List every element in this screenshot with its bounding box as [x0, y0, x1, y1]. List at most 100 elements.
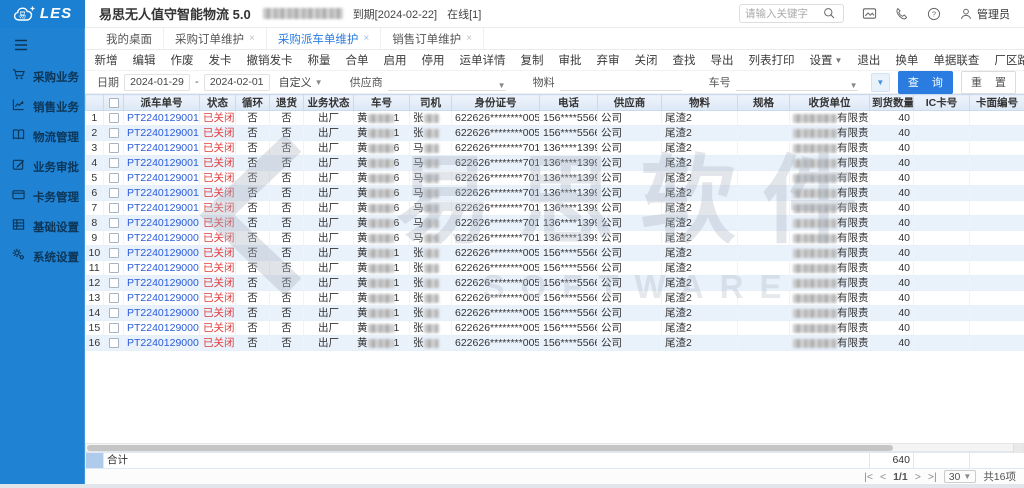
row-checkbox[interactable] [109, 323, 119, 333]
table-row[interactable]: 11 PT22401290006 已关闭 否 否 出厂 黄1 张 622626*… [86, 261, 1024, 276]
expand-filters-button[interactable]: ▼ [871, 73, 890, 92]
row-checkbox[interactable] [109, 308, 119, 318]
column-header[interactable]: 身份证号 [452, 95, 540, 111]
toolbar-button[interactable]: 新增 [87, 52, 125, 68]
dispatch-order-link[interactable]: PT22401290006 [124, 261, 200, 276]
scrollbar-thumb[interactable] [87, 445, 893, 451]
column-header[interactable]: 循环 [236, 95, 270, 111]
table-row[interactable]: 3 PT22401290014 已关闭 否 否 出厂 黄6 马 622626**… [86, 141, 1024, 156]
row-checkbox[interactable] [109, 203, 119, 213]
dispatch-order-link[interactable]: PT22401290004 [124, 291, 200, 306]
dispatch-order-link[interactable]: PT22401290008 [124, 231, 200, 246]
toolbar-button[interactable]: 编辑 [125, 52, 163, 68]
prev-page-button[interactable]: < [880, 471, 886, 483]
column-header[interactable]: 到货数量 [870, 95, 914, 111]
toolbar-button[interactable]: 复制 [513, 52, 551, 68]
sidebar-item-gear[interactable]: 系统设置 [0, 242, 84, 272]
last-page-button[interactable]: >| [928, 471, 937, 483]
menu-toggle-icon[interactable] [0, 28, 84, 62]
toolbar-button[interactable]: 查找 [665, 52, 703, 68]
row-checkbox[interactable] [109, 278, 119, 288]
sidebar-item-cart[interactable]: 采购业务 [0, 62, 84, 92]
dispatch-order-link[interactable]: PT22401290016 [124, 111, 200, 126]
dispatch-order-link[interactable]: PT22401290009 [124, 216, 200, 231]
dispatch-order-link[interactable]: PT22401290012 [124, 171, 200, 186]
toolbar-button[interactable]: 启用 [376, 52, 414, 68]
column-header[interactable]: IC卡号 [914, 95, 970, 111]
sidebar-item-approve[interactable]: 业务审批 [0, 152, 84, 182]
toolbar-button[interactable]: 关闭 [627, 52, 665, 68]
row-checkbox[interactable] [109, 338, 119, 348]
next-page-button[interactable]: > [915, 471, 921, 483]
close-tab-icon[interactable]: × [466, 33, 472, 44]
table-row[interactable]: 13 PT22401290004 已关闭 否 否 出厂 黄1 张 622626*… [86, 291, 1024, 306]
column-header[interactable]: 供应商 [598, 95, 662, 111]
column-header[interactable]: 业务状态 [304, 95, 354, 111]
supplier-select[interactable]: ▼ [388, 74, 506, 91]
table-row[interactable]: 16 PT22401290001 已关闭 否 否 出厂 黄1 张 622626*… [86, 336, 1024, 351]
user-menu[interactable]: 管理员 [959, 6, 1010, 22]
date-to-input[interactable] [204, 74, 270, 91]
select-all-checkbox[interactable] [109, 98, 119, 108]
dispatch-order-link[interactable]: PT22401290015 [124, 126, 200, 141]
toolbar-button[interactable]: 发卡 [201, 52, 239, 68]
first-page-button[interactable]: |< [864, 471, 873, 483]
column-header[interactable]: 规格 [738, 95, 790, 111]
table-row[interactable]: 7 PT22401290010 已关闭 否 否 出厂 黄6 马 622626**… [86, 201, 1024, 216]
sidebar-item-card[interactable]: 卡务管理 [0, 182, 84, 212]
sidebar-item-grid[interactable]: 基础设置 [0, 212, 84, 242]
dispatch-order-link[interactable]: PT22401290001 [124, 336, 200, 351]
row-checkbox[interactable] [109, 128, 119, 138]
table-row[interactable]: 10 PT22401290007 已关闭 否 否 出厂 黄1 张 622626*… [86, 246, 1024, 261]
global-search[interactable] [739, 4, 844, 23]
vehicle-select[interactable]: ▼ [736, 74, 858, 91]
dispatch-order-link[interactable]: PT22401290014 [124, 141, 200, 156]
toolbar-button[interactable]: 作废 [163, 52, 201, 68]
table-row[interactable]: 1 PT22401290016 已关闭 否 否 出厂 黄1 张 622626**… [86, 111, 1024, 126]
toolbar-button[interactable]: 厂区路线图 [987, 52, 1024, 68]
column-header[interactable]: 退货 [270, 95, 304, 111]
column-header[interactable]: 卡面编号 [970, 95, 1024, 111]
dispatch-order-link[interactable]: PT22401290010 [124, 201, 200, 216]
dispatch-order-link[interactable]: PT22401290003 [124, 306, 200, 321]
dispatch-order-link[interactable]: PT22401290007 [124, 246, 200, 261]
toolbar-button[interactable]: 撤销发卡 [239, 52, 300, 68]
close-tab-icon[interactable]: × [363, 33, 369, 44]
column-header[interactable]: 状态 [200, 95, 236, 111]
row-checkbox[interactable] [109, 188, 119, 198]
sidebar-item-book[interactable]: 物流管理 [0, 122, 84, 152]
close-tab-icon[interactable]: × [249, 33, 255, 44]
phone-icon[interactable] [895, 7, 909, 21]
column-header[interactable]: 电话 [540, 95, 598, 111]
table-row[interactable]: 9 PT22401290008 已关闭 否 否 出厂 黄6 马 622626**… [86, 231, 1024, 246]
dispatch-order-link[interactable]: PT22401290002 [124, 321, 200, 336]
toolbar-button[interactable]: 合单 [338, 52, 376, 68]
page-size-select[interactable]: 30▼ [944, 470, 977, 483]
tab[interactable]: 采购订单维护 × [164, 28, 267, 49]
horizontal-scrollbar[interactable] [85, 443, 1024, 452]
toolbar-button[interactable]: 列表打印 [741, 52, 802, 68]
search-input[interactable] [745, 8, 823, 20]
table-row[interactable]: 15 PT22401290002 已关闭 否 否 出厂 黄1 张 622626*… [86, 321, 1024, 336]
date-from-input[interactable] [124, 74, 190, 91]
column-header[interactable]: 收货单位 [790, 95, 870, 111]
toolbar-button[interactable]: 设置 ▼ [802, 52, 850, 68]
column-header[interactable]: 物料 [662, 95, 738, 111]
row-checkbox[interactable] [109, 233, 119, 243]
table-row[interactable]: 14 PT22401290003 已关闭 否 否 出厂 黄1 张 622626*… [86, 306, 1024, 321]
tab[interactable]: 销售订单维护 × [381, 28, 484, 49]
toolbar-button[interactable]: 导出 [703, 52, 741, 68]
table-row[interactable]: 12 PT22401290005 已关闭 否 否 出厂 黄1 张 622626*… [86, 276, 1024, 291]
message-icon[interactable] [862, 6, 877, 21]
table-row[interactable]: 5 PT22401290012 已关闭 否 否 出厂 黄6 马 622626**… [86, 171, 1024, 186]
reset-button[interactable]: 重 置 [961, 71, 1016, 94]
toolbar-button[interactable]: 换单 [888, 52, 926, 68]
table-row[interactable]: 4 PT22401290013 已关闭 否 否 出厂 黄6 马 622626**… [86, 156, 1024, 171]
toolbar-button[interactable]: 单据联查 [926, 52, 987, 68]
query-button[interactable]: 查 询 [898, 71, 953, 94]
toolbar-button[interactable]: 弃审 [589, 52, 627, 68]
help-icon[interactable]: ? [927, 7, 941, 21]
table-row[interactable]: 8 PT22401290009 已关闭 否 否 出厂 黄6 马 622626**… [86, 216, 1024, 231]
row-checkbox[interactable] [109, 143, 119, 153]
row-checkbox[interactable] [109, 248, 119, 258]
